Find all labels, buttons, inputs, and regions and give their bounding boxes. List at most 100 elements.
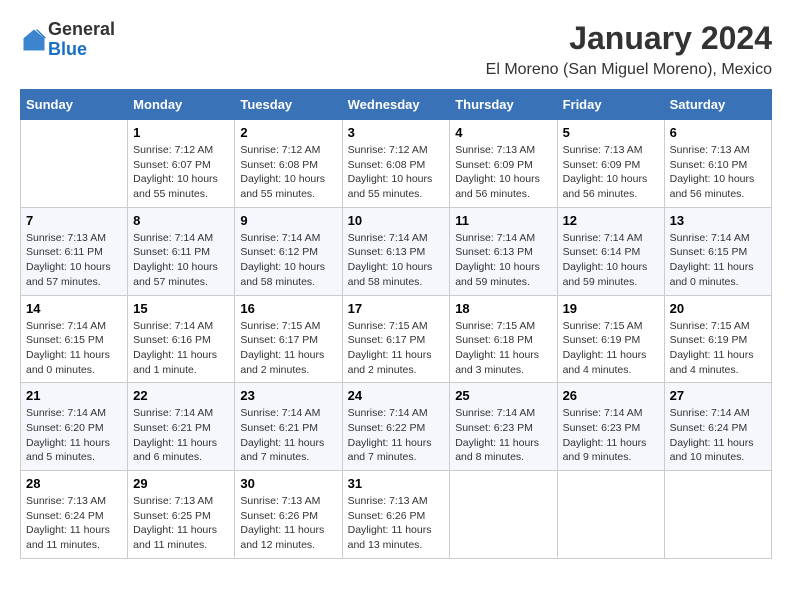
calendar-cell: 14 Sunrise: 7:14 AM Sunset: 6:15 PM Dayli… (21, 295, 128, 383)
calendar-cell: 3 Sunrise: 7:12 AM Sunset: 6:08 PM Daylig… (342, 120, 450, 208)
calendar-cell: 15 Sunrise: 7:14 AM Sunset: 6:16 PM Dayli… (128, 295, 235, 383)
day-number: 24 (348, 388, 445, 403)
week-row-4: 28 Sunrise: 7:13 AM Sunset: 6:24 PM Dayli… (21, 471, 772, 559)
day-number: 8 (133, 213, 229, 228)
calendar-cell: 25 Sunrise: 7:14 AM Sunset: 6:23 PM Dayli… (450, 383, 557, 471)
day-detail: Sunrise: 7:13 AM Sunset: 6:24 PM Dayligh… (26, 495, 110, 551)
day-detail: Sunrise: 7:14 AM Sunset: 6:23 PM Dayligh… (455, 407, 539, 463)
day-detail: Sunrise: 7:14 AM Sunset: 6:21 PM Dayligh… (240, 407, 324, 463)
day-header-monday: Monday (128, 90, 235, 120)
calendar-cell (450, 471, 557, 559)
calendar-cell: 24 Sunrise: 7:14 AM Sunset: 6:22 PM Dayli… (342, 383, 450, 471)
calendar-cell: 4 Sunrise: 7:13 AM Sunset: 6:09 PM Daylig… (450, 120, 557, 208)
day-detail: Sunrise: 7:14 AM Sunset: 6:20 PM Dayligh… (26, 407, 110, 463)
day-detail: Sunrise: 7:15 AM Sunset: 6:19 PM Dayligh… (670, 320, 754, 376)
header: General Blue January 2024 El Moreno (San… (20, 20, 772, 79)
day-number: 31 (348, 476, 445, 491)
calendar-cell: 18 Sunrise: 7:15 AM Sunset: 6:18 PM Dayli… (450, 295, 557, 383)
day-detail: Sunrise: 7:15 AM Sunset: 6:17 PM Dayligh… (348, 320, 432, 376)
day-detail: Sunrise: 7:13 AM Sunset: 6:09 PM Dayligh… (455, 144, 540, 200)
calendar-table: SundayMondayTuesdayWednesdayThursdayFrid… (20, 89, 772, 559)
calendar-cell: 31Sunrise: 7:13 AM Sunset: 6:26 PM Dayli… (342, 471, 450, 559)
day-number: 3 (348, 125, 445, 140)
day-header-friday: Friday (557, 90, 664, 120)
day-detail: Sunrise: 7:14 AM Sunset: 6:24 PM Dayligh… (670, 407, 754, 463)
day-number: 5 (563, 125, 659, 140)
calendar-cell: 20Sunrise: 7:15 AM Sunset: 6:19 PM Dayli… (664, 295, 771, 383)
calendar-cell: 26 Sunrise: 7:14 AM Sunset: 6:23 PM Dayli… (557, 383, 664, 471)
week-row-3: 21 Sunrise: 7:14 AM Sunset: 6:20 PM Dayli… (21, 383, 772, 471)
calendar-cell: 5 Sunrise: 7:13 AM Sunset: 6:09 PM Daylig… (557, 120, 664, 208)
day-detail: Sunrise: 7:13 AM Sunset: 6:09 PM Dayligh… (563, 144, 648, 200)
day-detail: Sunrise: 7:14 AM Sunset: 6:21 PM Dayligh… (133, 407, 217, 463)
page-container: General Blue January 2024 El Moreno (San… (20, 20, 772, 559)
day-detail: Sunrise: 7:14 AM Sunset: 6:13 PM Dayligh… (455, 232, 540, 288)
calendar-cell: 8 Sunrise: 7:14 AM Sunset: 6:11 PM Daylig… (128, 207, 235, 295)
day-detail: Sunrise: 7:14 AM Sunset: 6:22 PM Dayligh… (348, 407, 432, 463)
subtitle: El Moreno (San Miguel Moreno), Mexico (486, 61, 772, 79)
day-number: 2 (240, 125, 336, 140)
calendar-cell: 29Sunrise: 7:13 AM Sunset: 6:25 PM Dayli… (128, 471, 235, 559)
day-number: 18 (455, 301, 551, 316)
day-detail: Sunrise: 7:14 AM Sunset: 6:15 PM Dayligh… (670, 232, 754, 288)
day-number: 11 (455, 213, 551, 228)
logo-general-text: General (48, 19, 115, 39)
day-number: 28 (26, 476, 122, 491)
calendar-cell: 9 Sunrise: 7:14 AM Sunset: 6:12 PM Daylig… (235, 207, 342, 295)
calendar-cell: 11 Sunrise: 7:14 AM Sunset: 6:13 PM Dayli… (450, 207, 557, 295)
day-detail: Sunrise: 7:13 AM Sunset: 6:25 PM Dayligh… (133, 495, 217, 551)
calendar-cell (21, 120, 128, 208)
calendar-cell: 19Sunrise: 7:15 AM Sunset: 6:19 PM Dayli… (557, 295, 664, 383)
week-row-1: 7 Sunrise: 7:13 AM Sunset: 6:11 PM Daylig… (21, 207, 772, 295)
calendar-cell: 30 Sunrise: 7:13 AM Sunset: 6:26 PM Dayli… (235, 471, 342, 559)
day-number: 10 (348, 213, 445, 228)
day-detail: Sunrise: 7:13 AM Sunset: 6:26 PM Dayligh… (240, 495, 324, 551)
day-detail: Sunrise: 7:14 AM Sunset: 6:16 PM Dayligh… (133, 320, 217, 376)
calendar-cell: 7 Sunrise: 7:13 AM Sunset: 6:11 PM Daylig… (21, 207, 128, 295)
day-detail: Sunrise: 7:14 AM Sunset: 6:23 PM Dayligh… (563, 407, 647, 463)
day-number: 15 (133, 301, 229, 316)
day-number: 1 (133, 125, 229, 140)
day-header-tuesday: Tuesday (235, 90, 342, 120)
day-detail: Sunrise: 7:12 AM Sunset: 6:08 PM Dayligh… (348, 144, 433, 200)
calendar-cell: 6Sunrise: 7:13 AM Sunset: 6:10 PM Daylig… (664, 120, 771, 208)
logo: General Blue (20, 20, 115, 60)
day-detail: Sunrise: 7:15 AM Sunset: 6:19 PM Dayligh… (563, 320, 647, 376)
day-number: 6 (670, 125, 766, 140)
day-detail: Sunrise: 7:15 AM Sunset: 6:18 PM Dayligh… (455, 320, 539, 376)
day-detail: Sunrise: 7:12 AM Sunset: 6:08 PM Dayligh… (240, 144, 325, 200)
calendar-cell: 27 Sunrise: 7:14 AM Sunset: 6:24 PM Dayli… (664, 383, 771, 471)
calendar-cell: 28 Sunrise: 7:13 AM Sunset: 6:24 PM Dayli… (21, 471, 128, 559)
day-number: 13 (670, 213, 766, 228)
day-number: 21 (26, 388, 122, 403)
day-header-sunday: Sunday (21, 90, 128, 120)
day-number: 27 (670, 388, 766, 403)
day-detail: Sunrise: 7:14 AM Sunset: 6:15 PM Dayligh… (26, 320, 110, 376)
day-number: 17 (348, 301, 445, 316)
day-number: 14 (26, 301, 122, 316)
day-detail: Sunrise: 7:14 AM Sunset: 6:11 PM Dayligh… (133, 232, 218, 288)
calendar-cell: 23Sunrise: 7:14 AM Sunset: 6:21 PM Dayli… (235, 383, 342, 471)
day-number: 4 (455, 125, 551, 140)
day-detail: Sunrise: 7:15 AM Sunset: 6:17 PM Dayligh… (240, 320, 324, 376)
day-number: 22 (133, 388, 229, 403)
day-number: 7 (26, 213, 122, 228)
day-number: 12 (563, 213, 659, 228)
calendar-cell: 17 Sunrise: 7:15 AM Sunset: 6:17 PM Dayli… (342, 295, 450, 383)
calendar-cell: 22 Sunrise: 7:14 AM Sunset: 6:21 PM Dayli… (128, 383, 235, 471)
calendar-cell (664, 471, 771, 559)
day-detail: Sunrise: 7:13 AM Sunset: 6:11 PM Dayligh… (26, 232, 111, 288)
day-detail: Sunrise: 7:14 AM Sunset: 6:12 PM Dayligh… (240, 232, 325, 288)
day-number: 26 (563, 388, 659, 403)
day-header-saturday: Saturday (664, 90, 771, 120)
calendar-cell: 1Sunrise: 7:12 AM Sunset: 6:07 PM Daylig… (128, 120, 235, 208)
day-number: 9 (240, 213, 336, 228)
day-number: 25 (455, 388, 551, 403)
logo-icon (20, 26, 48, 54)
week-row-2: 14 Sunrise: 7:14 AM Sunset: 6:15 PM Dayli… (21, 295, 772, 383)
day-number: 30 (240, 476, 336, 491)
calendar-cell: 2 Sunrise: 7:12 AM Sunset: 6:08 PM Daylig… (235, 120, 342, 208)
logo-blue-text: Blue (48, 39, 87, 59)
day-detail: Sunrise: 7:14 AM Sunset: 6:13 PM Dayligh… (348, 232, 433, 288)
calendar-cell: 21 Sunrise: 7:14 AM Sunset: 6:20 PM Dayli… (21, 383, 128, 471)
